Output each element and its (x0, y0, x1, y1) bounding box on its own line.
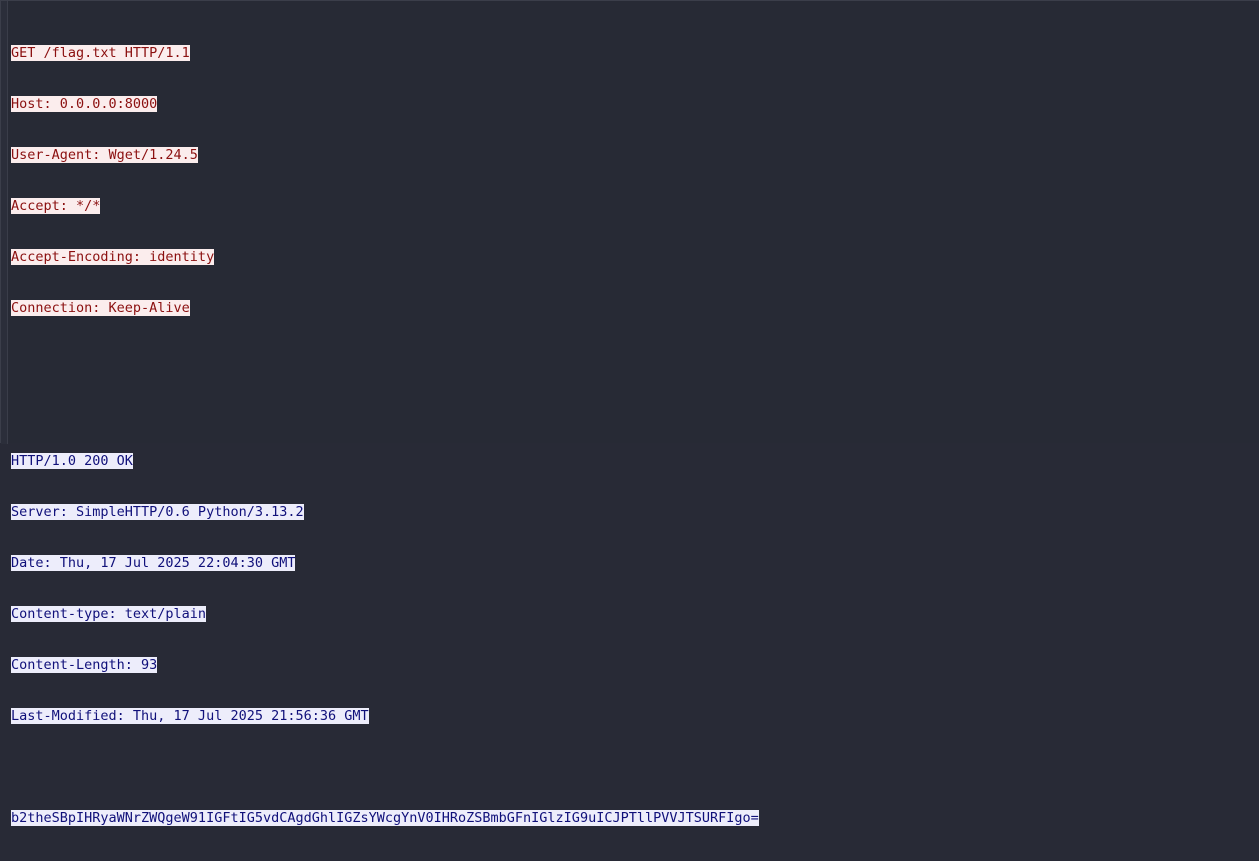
response-text[interactable]: Content-type: text/plain (11, 606, 207, 622)
response-line: HTTP/1.0 200 OK (11, 453, 759, 470)
response-text[interactable]: Content-Length: 93 (11, 657, 158, 673)
request-line: GET /flag.txt HTTP/1.1 (11, 45, 759, 62)
request-text[interactable]: User-Agent: Wget/1.24.5 (11, 147, 198, 163)
response-text[interactable]: Last-Modified: Thu, 17 Jul 2025 21:56:36… (11, 708, 369, 724)
request-text[interactable]: Host: 0.0.0.0:8000 (11, 96, 158, 112)
response-text[interactable]: Date: Thu, 17 Jul 2025 22:04:30 GMT (11, 555, 296, 571)
response-line: Content-type: text/plain (11, 606, 759, 623)
pane-gutter (1, 1, 8, 444)
request-line: Connection: Keep-Alive (11, 300, 759, 317)
response-line: Last-Modified: Thu, 17 Jul 2025 21:56:36… (11, 708, 759, 725)
response-body-line: b2theSBpIHRyaWNrZWQgeW91IGFtIG5vdCAgdGhl… (11, 810, 759, 827)
request-line: Host: 0.0.0.0:8000 (11, 96, 759, 113)
response-text[interactable]: Server: SimpleHTTP/0.6 Python/3.13.2 (11, 504, 304, 520)
request-text[interactable]: Accept: */* (11, 198, 101, 214)
follow-stream-pane[interactable]: GET /flag.txt HTTP/1.1 Host: 0.0.0.0:800… (0, 0, 1259, 826)
request-text[interactable]: Connection: Keep-Alive (11, 300, 190, 316)
response-line: Date: Thu, 17 Jul 2025 22:04:30 GMT (11, 555, 759, 572)
response-line: Server: SimpleHTTP/0.6 Python/3.13.2 (11, 504, 759, 521)
request-text[interactable]: GET /flag.txt HTTP/1.1 (11, 45, 190, 61)
request-text[interactable]: Accept-Encoding: identity (11, 249, 215, 265)
request-line: User-Agent: Wget/1.24.5 (11, 147, 759, 164)
tcp-stream-content[interactable]: GET /flag.txt HTTP/1.1 Host: 0.0.0.0:800… (11, 11, 759, 861)
response-line: Content-Length: 93 (11, 657, 759, 674)
request-line: Accept-Encoding: identity (11, 249, 759, 266)
response-text[interactable]: HTTP/1.0 200 OK (11, 453, 133, 469)
response-body-text[interactable]: b2theSBpIHRyaWNrZWQgeW91IGFtIG5vdCAgdGhl… (11, 810, 759, 826)
request-line: Accept: */* (11, 198, 759, 215)
